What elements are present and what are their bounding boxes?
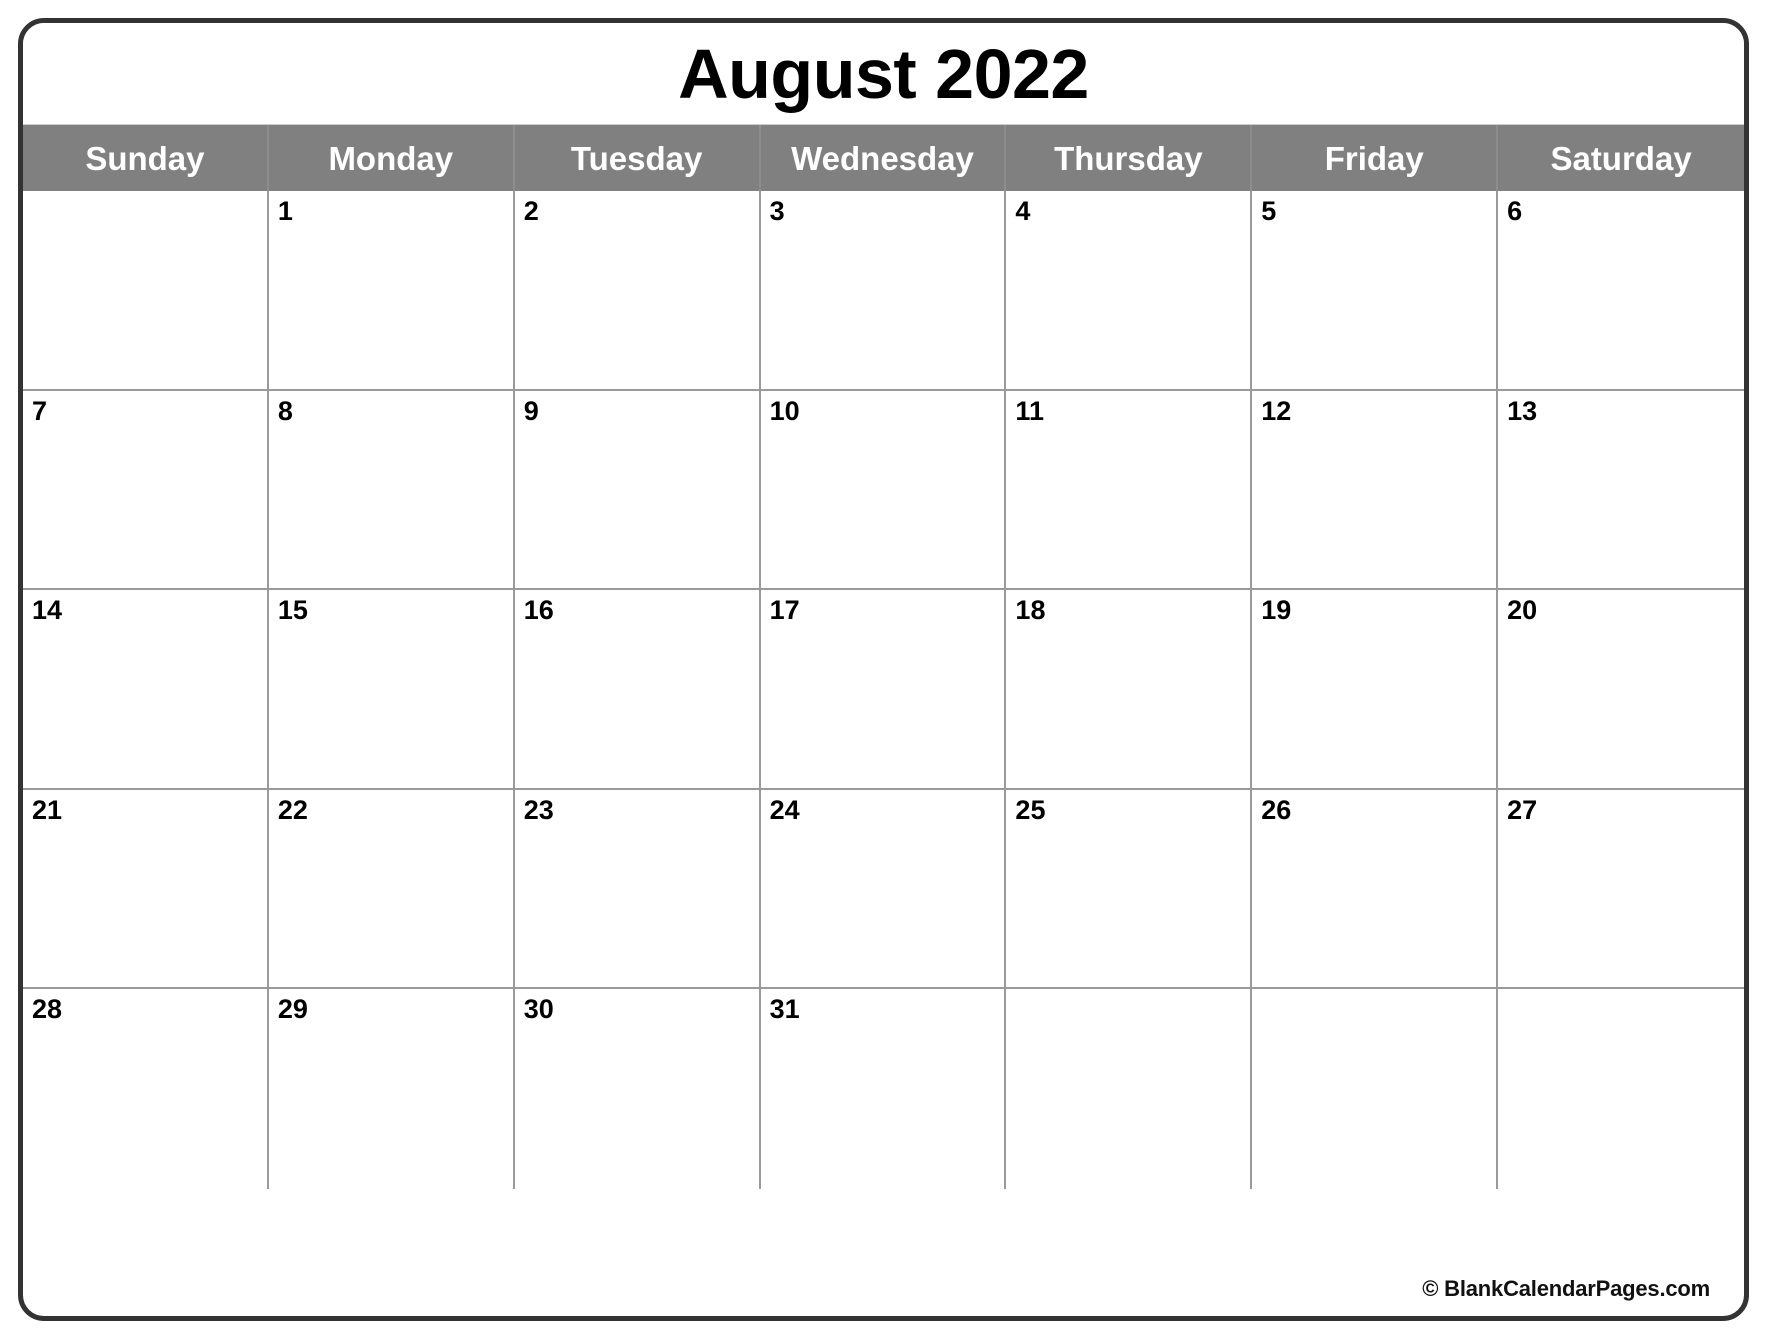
day-number: 17 xyxy=(769,595,800,626)
day-number: 15 xyxy=(277,595,308,626)
month-title: August 2022 xyxy=(678,34,1089,113)
weekday-header-wednesday: Wednesday xyxy=(760,125,1007,191)
calendar-frame: August 2022 Sunday Monday Tuesday Wednesday… xyxy=(18,18,1749,1321)
day-grid: 1 2 3 4 5 6 7 8 9 10 11 12 13 14 15 16 17 18 19 20 21 22 23 24 2… xyxy=(23,191,1744,1189)
day-number: 28 xyxy=(32,994,63,1025)
day-cell-1[interactable]: 1 xyxy=(268,191,515,391)
day-cell-25[interactable]: 25 xyxy=(1006,789,1253,990)
day-number: 5 xyxy=(1261,196,1277,226)
weekday-header-saturday: Saturday xyxy=(1498,125,1744,191)
day-cell-6[interactable]: 6 xyxy=(1498,191,1744,391)
weekday-label: Tuesday xyxy=(570,139,703,177)
day-cell-30[interactable]: 30 xyxy=(514,989,761,1189)
day-cell-9[interactable]: 9 xyxy=(514,390,761,591)
day-number: 1 xyxy=(277,196,293,226)
weekday-header-thursday: Thursday xyxy=(1006,125,1253,191)
day-cell-19[interactable]: 19 xyxy=(1252,590,1499,790)
day-number: 16 xyxy=(523,595,554,626)
weekday-label: Saturday xyxy=(1550,139,1692,177)
day-cell-4[interactable]: 4 xyxy=(1006,191,1253,391)
day-number: 3 xyxy=(769,196,785,226)
day-number: 31 xyxy=(769,994,800,1025)
weekday-label: Friday xyxy=(1324,139,1424,177)
day-number: 13 xyxy=(1507,395,1538,426)
day-number: 4 xyxy=(1015,196,1031,226)
day-cell-15[interactable]: 15 xyxy=(268,590,515,790)
day-cell-3[interactable]: 3 xyxy=(760,191,1007,391)
day-cell-16[interactable]: 16 xyxy=(514,590,761,790)
day-number: 30 xyxy=(523,994,554,1025)
day-cell-27[interactable]: 27 xyxy=(1498,789,1744,990)
day-cell-14[interactable]: 14 xyxy=(23,590,269,790)
day-cell-24[interactable]: 24 xyxy=(760,789,1007,990)
weekday-header-row: Sunday Monday Tuesday Wednesday Thursday Frid… xyxy=(23,125,1744,191)
day-cell-5[interactable]: 5 xyxy=(1252,191,1499,391)
day-number: 29 xyxy=(277,994,308,1025)
day-cell-11[interactable]: 11 xyxy=(1006,390,1253,591)
day-number: 8 xyxy=(277,395,293,426)
day-cell-empty[interactable] xyxy=(1006,989,1253,1189)
day-number: 26 xyxy=(1261,794,1292,825)
day-cell-empty[interactable] xyxy=(1252,989,1499,1189)
day-number: 24 xyxy=(769,794,800,825)
footer-credit: © BlankCalendarPages.com xyxy=(1422,1276,1710,1301)
weekday-label: Monday xyxy=(328,139,454,177)
day-cell-21[interactable]: 21 xyxy=(23,789,269,990)
title-band: August 2022 xyxy=(23,23,1744,125)
day-cell-13[interactable]: 13 xyxy=(1498,390,1744,591)
calendar-page: August 2022 Sunday Monday Tuesday Wednesday… xyxy=(0,0,1767,1339)
day-number: 7 xyxy=(32,395,48,426)
day-cell-12[interactable]: 12 xyxy=(1252,390,1499,591)
day-cell-17[interactable]: 17 xyxy=(760,590,1007,790)
day-cell-7[interactable]: 7 xyxy=(23,390,269,591)
day-cell-29[interactable]: 29 xyxy=(268,989,515,1189)
day-cell-empty[interactable] xyxy=(1498,989,1744,1189)
weekday-header-monday: Monday xyxy=(268,125,515,191)
weekday-label: Wednesday xyxy=(791,139,974,177)
day-number: 6 xyxy=(1507,196,1523,226)
weekday-label: Thursday xyxy=(1054,139,1203,177)
day-number: 12 xyxy=(1261,395,1292,426)
day-number: 20 xyxy=(1507,595,1538,626)
day-number: 18 xyxy=(1015,595,1046,626)
day-number: 10 xyxy=(769,395,800,426)
day-number: 22 xyxy=(277,794,308,825)
day-number: 11 xyxy=(1015,395,1044,426)
day-cell-31[interactable]: 31 xyxy=(760,989,1007,1189)
day-cell-18[interactable]: 18 xyxy=(1006,590,1253,790)
day-number: 21 xyxy=(32,794,63,825)
day-number: 9 xyxy=(523,395,539,426)
day-cell-22[interactable]: 22 xyxy=(268,789,515,990)
weekday-header-sunday: Sunday xyxy=(23,125,269,191)
day-number: 23 xyxy=(523,794,554,825)
weekday-header-friday: Friday xyxy=(1252,125,1499,191)
day-cell-empty[interactable] xyxy=(23,191,269,391)
day-number: 25 xyxy=(1015,794,1046,825)
day-cell-26[interactable]: 26 xyxy=(1252,789,1499,990)
weekday-header-tuesday: Tuesday xyxy=(514,125,761,191)
day-cell-23[interactable]: 23 xyxy=(514,789,761,990)
day-number: 2 xyxy=(523,196,539,226)
day-cell-20[interactable]: 20 xyxy=(1498,590,1744,790)
day-cell-2[interactable]: 2 xyxy=(514,191,761,391)
day-number: 19 xyxy=(1261,595,1292,626)
weekday-label: Sunday xyxy=(85,139,205,177)
day-number: 27 xyxy=(1507,794,1538,825)
day-cell-8[interactable]: 8 xyxy=(268,390,515,591)
day-cell-10[interactable]: 10 xyxy=(760,390,1007,591)
day-cell-28[interactable]: 28 xyxy=(23,989,269,1189)
day-number: 14 xyxy=(32,595,63,626)
